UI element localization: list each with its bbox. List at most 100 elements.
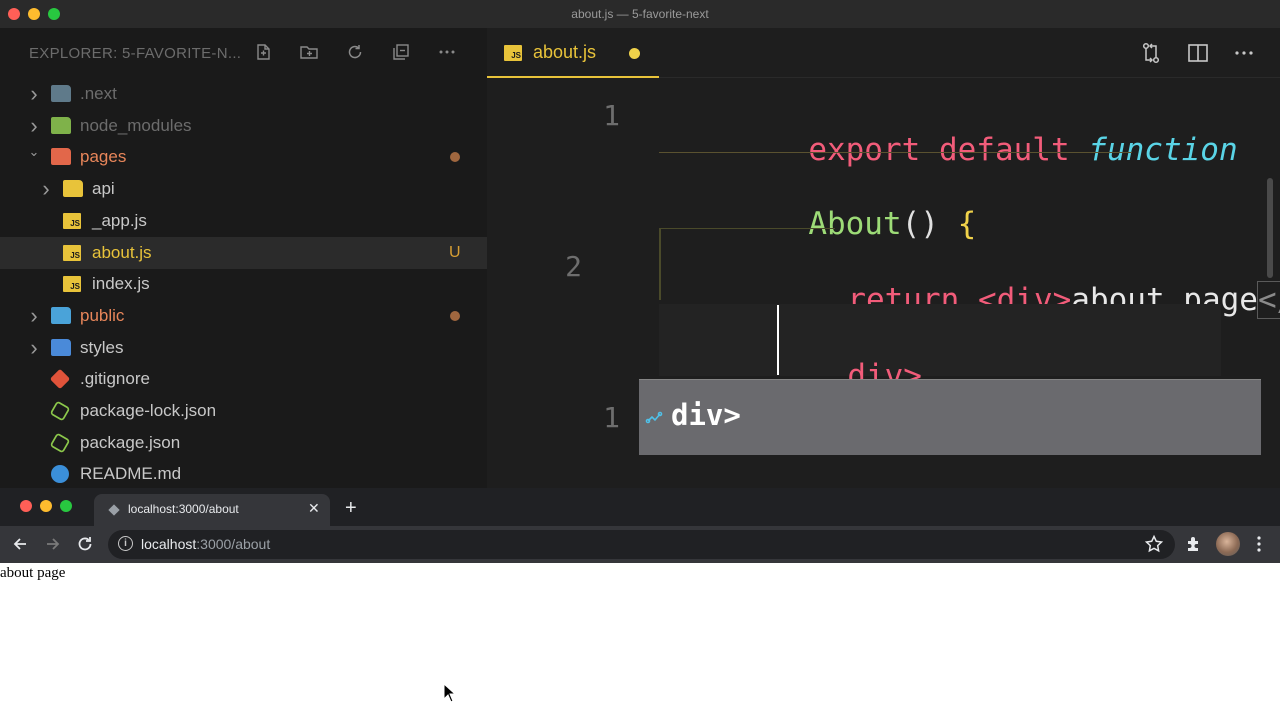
- chevron-right-icon[interactable]: ›: [26, 78, 42, 110]
- tree-item[interactable]: › .next: [0, 78, 487, 110]
- browser-close-button[interactable]: [20, 500, 32, 512]
- maximize-window-button[interactable]: [48, 8, 60, 20]
- folder-icon: [51, 148, 71, 166]
- line-number: 1: [603, 401, 620, 434]
- browser-menu-icon[interactable]: [1248, 533, 1270, 555]
- more-icon[interactable]: [437, 42, 457, 62]
- chevron-right-icon[interactable]: ›: [26, 332, 42, 364]
- jsx-close-tag-start: </: [1256, 281, 1280, 319]
- tree-item[interactable]: JS _app.js: [0, 205, 487, 237]
- word-highlight-underline: [659, 152, 1132, 153]
- tree-item[interactable]: ⌄ pages: [0, 141, 487, 173]
- tree-item[interactable]: README.md: [0, 458, 487, 488]
- minimize-window-button[interactable]: [28, 8, 40, 20]
- tab-label: about.js: [533, 42, 597, 62]
- forward-icon[interactable]: [42, 533, 64, 555]
- close-tab-icon[interactable]: ✕: [308, 500, 320, 517]
- tree-item-label: styles: [80, 337, 124, 357]
- collapse-all-icon[interactable]: [391, 42, 411, 62]
- tree-item[interactable]: › node_modules: [0, 110, 487, 142]
- js-file-icon: JS: [504, 45, 522, 61]
- chevron-right-icon[interactable]: ›: [38, 173, 54, 205]
- keyword-function: function: [1088, 132, 1238, 168]
- new-file-icon[interactable]: [253, 42, 273, 62]
- browser-minimize-button[interactable]: [40, 500, 52, 512]
- browser-tab[interactable]: localhost:3000/about ✕: [94, 494, 330, 526]
- folder-icon: [63, 180, 83, 198]
- page-body-text: about page: [0, 565, 66, 581]
- folder-icon: [51, 338, 71, 356]
- unsaved-dot-icon[interactable]: [629, 48, 640, 59]
- browser-toolbar: i localhost:3000/about: [0, 526, 1280, 563]
- tree-item[interactable]: .gitignore: [0, 363, 487, 395]
- nodejs-icon: [49, 400, 71, 422]
- url-text[interactable]: localhost:3000/about: [141, 536, 270, 552]
- tab-about-js[interactable]: JS about.js: [487, 28, 659, 78]
- browser-tab-title: localhost:3000/about: [128, 502, 239, 516]
- untracked-badge: U: [449, 243, 461, 261]
- refresh-icon[interactable]: [345, 42, 365, 62]
- new-folder-icon[interactable]: [299, 42, 319, 62]
- folder-icon: [51, 85, 71, 102]
- function-name: About: [808, 206, 902, 242]
- indent-guide: [659, 228, 661, 300]
- open-brace: {: [957, 206, 977, 242]
- url-host: localhost: [141, 536, 197, 552]
- chevron-right-icon[interactable]: ›: [26, 300, 42, 332]
- tree-item-label: package.json: [80, 432, 181, 452]
- js-file-icon: JS: [63, 276, 81, 293]
- text-cursor: [777, 305, 779, 375]
- split-editor-icon[interactable]: [1186, 41, 1210, 65]
- explorer-header: EXPLORER: 5-FAVORITE-N...: [0, 28, 487, 78]
- site-info-icon[interactable]: i: [118, 536, 133, 551]
- editor-scrollbar[interactable]: [1267, 178, 1273, 278]
- function-parens: (): [901, 206, 939, 242]
- close-window-button[interactable]: [8, 8, 20, 20]
- tree-item-label: public: [80, 305, 125, 325]
- address-bar[interactable]: i localhost:3000/about: [108, 530, 1175, 559]
- tree-item-label: .gitignore: [80, 369, 150, 389]
- suggestion-widget[interactable]: div>: [639, 379, 1261, 455]
- chevron-down-icon[interactable]: ⌄: [26, 136, 42, 168]
- tree-item-label: README.md: [80, 464, 182, 484]
- keyword-default: default: [938, 132, 1070, 168]
- scope-guide: [659, 228, 835, 229]
- new-tab-button[interactable]: +: [345, 497, 357, 520]
- editor-more-icon[interactable]: [1232, 41, 1256, 65]
- nodejs-icon: [49, 432, 71, 454]
- tree-item[interactable]: package.json: [0, 427, 487, 459]
- url-path: :3000/about: [196, 536, 271, 552]
- web-page-content: about page: [0, 563, 1280, 720]
- modified-dot-icon: [450, 310, 460, 321]
- vscode-window: about.js — 5-favorite-next EXPLORER: 5-F…: [0, 0, 1280, 488]
- reload-icon[interactable]: [74, 533, 96, 555]
- tree-item-label: package-lock.json: [80, 401, 217, 420]
- keyword-export: export: [808, 132, 921, 168]
- explorer-sidebar: EXPLORER: 5-FAVORITE-N... › .next › node_mo…: [0, 28, 487, 488]
- browser-maximize-button[interactable]: [60, 500, 72, 512]
- js-file-icon: JS: [63, 212, 81, 229]
- snippet-icon: [645, 407, 665, 433]
- explorer-title: EXPLORER: 5-FAVORITE-N...: [29, 45, 242, 62]
- git-icon: [49, 369, 71, 390]
- bookmark-star-icon[interactable]: [1143, 533, 1165, 555]
- tree-item[interactable]: › public: [0, 300, 487, 332]
- line-number: 1: [603, 99, 620, 132]
- profile-avatar[interactable]: [1216, 532, 1240, 556]
- back-icon[interactable]: [9, 533, 31, 555]
- suggestion-item[interactable]: div>: [671, 398, 741, 432]
- tree-item[interactable]: JS about.js U: [0, 236, 487, 269]
- folder-icon: [51, 306, 71, 324]
- tree-item[interactable]: package-lock.json: [0, 395, 487, 427]
- tree-item-label: node_modules: [80, 115, 192, 135]
- folder-icon: [51, 116, 71, 134]
- compare-changes-icon[interactable]: [1139, 41, 1163, 65]
- tree-item[interactable]: JS index.js: [0, 268, 487, 300]
- tree-item[interactable]: › api: [0, 173, 487, 205]
- tree-item[interactable]: › styles: [0, 332, 487, 364]
- tree-item-label: api: [92, 179, 115, 199]
- tree-item-label: index.js: [92, 274, 150, 294]
- extensions-icon[interactable]: [1183, 533, 1205, 555]
- browser-window: localhost:3000/about ✕ + i localhost:300…: [0, 488, 1280, 563]
- tree-item-label: _app.js: [92, 210, 147, 230]
